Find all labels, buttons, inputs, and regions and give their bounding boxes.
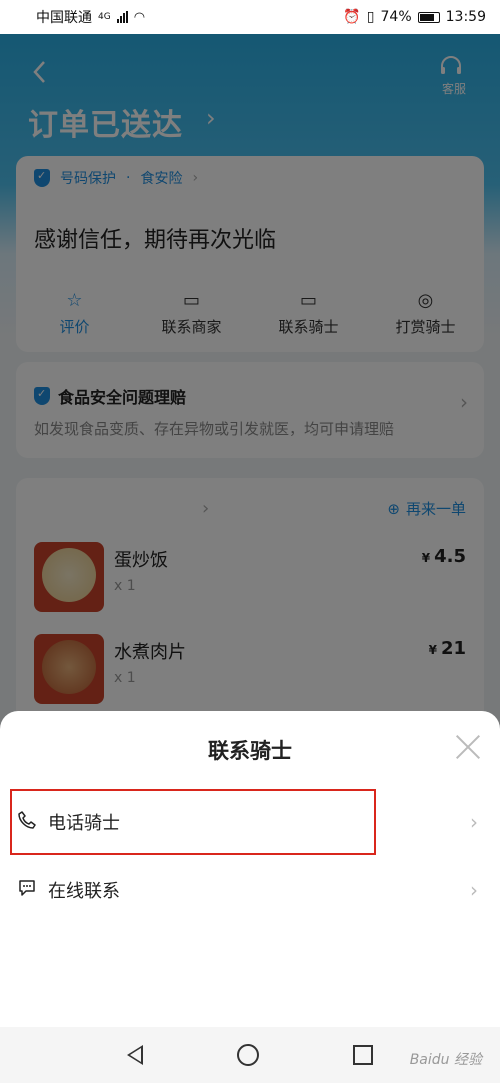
chevron-right-icon: › xyxy=(470,878,478,902)
vibrate-icon: ▯ xyxy=(366,9,375,25)
online-contact-option[interactable]: 在线联系 › xyxy=(10,857,490,923)
nav-back-icon[interactable] xyxy=(127,1045,143,1065)
chat-icon xyxy=(18,879,46,902)
call-rider-option[interactable]: 电话骑士 › xyxy=(10,789,490,855)
call-rider-label: 电话骑士 xyxy=(48,813,120,834)
clock: 13:59 xyxy=(445,9,486,25)
status-bar: 中国联通 4G ◠ ⏰ ▯ 74% 13:59 xyxy=(0,0,500,34)
contact-rider-sheet: 联系骑士 电话骑士 › 在线联系 › xyxy=(0,711,500,1027)
nav-home-icon[interactable] xyxy=(237,1044,259,1066)
wifi-icon: ◠ xyxy=(133,9,146,25)
sheet-title: 联系骑士 xyxy=(208,739,292,763)
battery-percent: 74% xyxy=(380,9,412,25)
watermark: Baidu 经验 xyxy=(409,1052,482,1068)
signal-icon xyxy=(116,11,128,23)
close-icon[interactable] xyxy=(454,733,482,761)
carrier-label: 中国联通 xyxy=(36,10,92,26)
alarm-icon: ⏰ xyxy=(343,9,361,25)
phone-icon xyxy=(18,810,46,834)
battery-icon xyxy=(417,11,440,23)
nav-recents-icon[interactable] xyxy=(353,1045,373,1065)
chevron-right-icon: › xyxy=(470,810,478,834)
online-contact-label: 在线联系 xyxy=(48,881,120,902)
network-label: 4G xyxy=(98,12,111,22)
